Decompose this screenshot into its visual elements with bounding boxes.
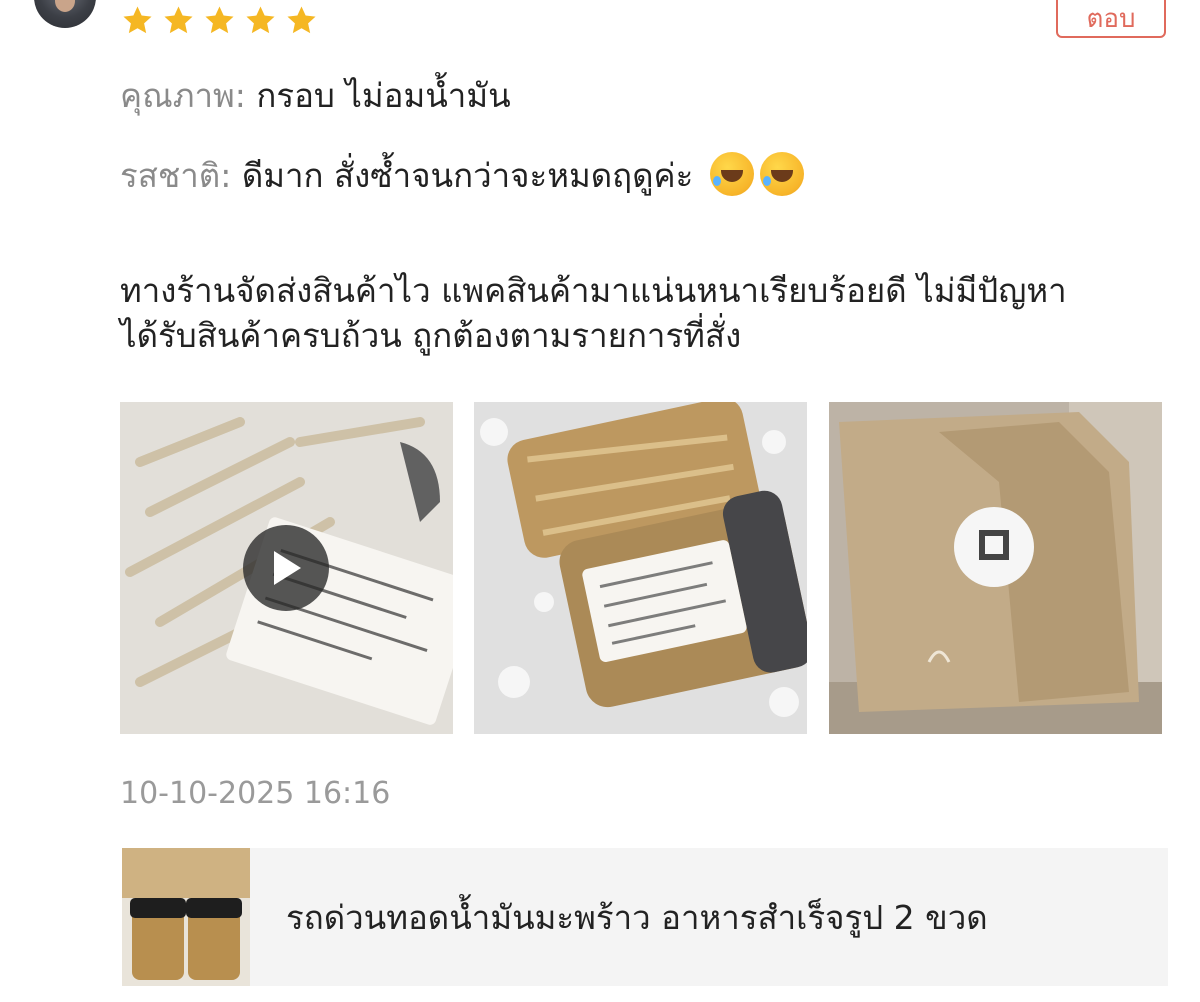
comment-line: ทางร้านจัดส่งสินค้าไว แพคสินค้ามาแน่นหนา…: [120, 271, 1067, 310]
reviewer-avatar[interactable]: [34, 0, 96, 28]
star-icon: [205, 6, 234, 34]
review-photo[interactable]: [829, 402, 1162, 734]
emoji-rofl-icon: [709, 152, 754, 196]
star-icon: [287, 6, 316, 34]
reply-button[interactable]: ตอบ: [1056, 0, 1166, 38]
review-comment: ทางร้านจัดส่งสินค้าไว แพคสินค้ามาแน่นหนา…: [120, 268, 1180, 358]
attribute-quality: คุณภาพ: กรอบ ไม่อมน้ำมัน: [120, 76, 511, 116]
attribute-value: กรอบ ไม่อมน้ำมัน: [256, 76, 511, 115]
attribute-value: ดีมาก สั่งซ้ำจนกว่าจะหมดฤดูค่ะ: [241, 156, 694, 195]
comment-line: ได้รับสินค้าครบถ้วน ถูกต้องตามรายการที่ส…: [120, 316, 742, 355]
star-icon: [123, 6, 152, 34]
product-thumbnail: [122, 848, 250, 986]
attribute-key: คุณภาพ:: [120, 76, 246, 115]
star-icon: [164, 6, 193, 34]
product-card[interactable]: รถด่วนทอดน้ำมันมะพร้าว อาหารสำเร็จรูป 2 …: [122, 848, 1168, 986]
emoji-rofl-icon: [759, 152, 804, 196]
play-icon[interactable]: [243, 525, 329, 611]
attribute-taste: รสชาติ: ดีมาก สั่งซ้ำจนกว่าจะหมดฤดูค่ะ: [120, 152, 804, 196]
review-video-thumbnail[interactable]: [120, 402, 453, 734]
star-icon: [246, 6, 275, 34]
attribute-key: รสชาติ:: [120, 156, 232, 195]
rating-stars: [120, 4, 319, 37]
product-title[interactable]: รถด่วนทอดน้ำมันมะพร้าว อาหารสำเร็จรูป 2 …: [286, 891, 988, 944]
review-photo[interactable]: [474, 402, 807, 734]
review-timestamp: 10-10-2025 16:16: [120, 776, 391, 811]
